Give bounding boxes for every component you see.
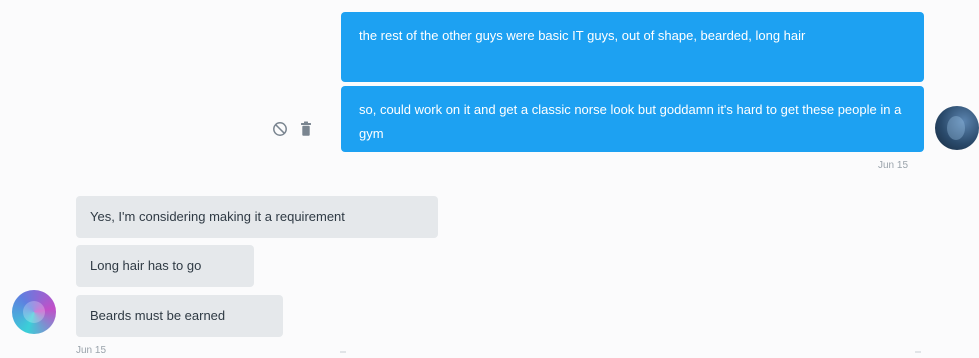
message-timestamp: Jun 15 xyxy=(878,160,909,171)
incoming-message[interactable]: Long hair has to go xyxy=(76,245,254,287)
outgoing-message[interactable]: so, could work on it and get a classic n… xyxy=(341,86,924,152)
message-timestamp: Jun 15 xyxy=(76,345,107,356)
sender-avatar[interactable] xyxy=(12,290,56,334)
outgoing-message[interactable]: the rest of the other guys were basic IT… xyxy=(341,12,924,82)
my-avatar[interactable] xyxy=(935,106,979,150)
incoming-message[interactable]: Beards must be earned xyxy=(76,295,283,337)
divider xyxy=(340,351,346,353)
incoming-message[interactable]: Yes, I'm considering making it a require… xyxy=(76,196,438,238)
message-actions xyxy=(272,117,312,141)
block-icon[interactable] xyxy=(272,121,288,137)
divider xyxy=(915,351,921,353)
trash-icon[interactable] xyxy=(300,121,312,137)
dm-conversation: the rest of the other guys were basic IT… xyxy=(0,0,979,358)
